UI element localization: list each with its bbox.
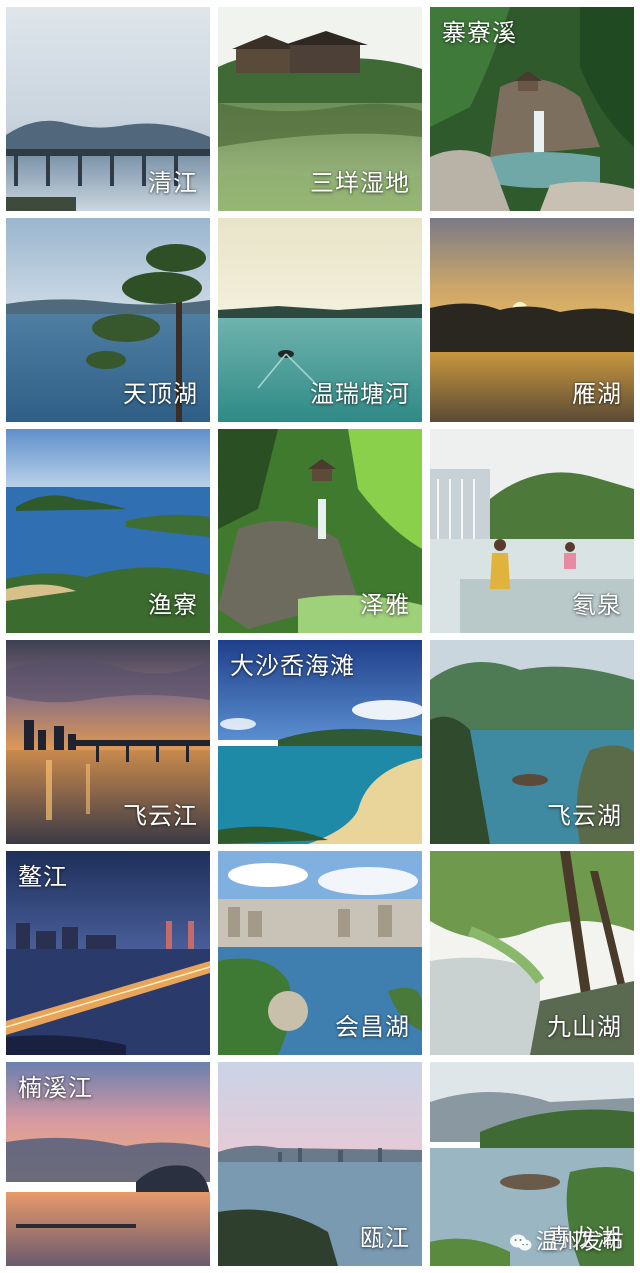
photo-tile-oujiang: 瓯江 [218, 1062, 422, 1266]
tile-label: 楠溪江 [18, 1074, 93, 1102]
photo-tile-wenrui-river: 温瑞塘河 [218, 218, 422, 422]
tile-label: 渔寮 [148, 591, 198, 619]
tile-label: 天顶湖 [123, 380, 198, 408]
scenic-photo-grid: 清江 三垟湿地 寨寮溪 天顶湖 温瑞塘河 雁湖 渔寮 泽雅 氡泉 飞云江 大沙岙… [6, 7, 634, 1267]
photo-tile-zeya: 泽雅 [218, 429, 422, 633]
photo-tile-nanxi-river: 楠溪江 [6, 1062, 210, 1266]
photo-tile-dashaao-beach: 大沙岙海滩 [218, 640, 422, 844]
tile-label: 会昌湖 [335, 1013, 410, 1041]
tile-label: 泽雅 [360, 591, 410, 619]
tile-label: 大沙岙海滩 [230, 652, 355, 680]
tile-label: 寨寮溪 [442, 19, 517, 47]
photo-tile-yanhu: 雁湖 [430, 218, 634, 422]
tile-label: 瓯江 [360, 1224, 410, 1252]
photo-tile-qingjiang: 清江 [6, 7, 210, 211]
watermark: 温州发布 [509, 1230, 624, 1255]
photo-tile-qinglong-lake: 青龙湖 温州发布 [430, 1062, 634, 1266]
photo-tile-zhailiaoxi: 寨寮溪 [430, 7, 634, 211]
photo-tile-jiushan-lake: 九山湖 [430, 851, 634, 1055]
photo-tile-feiyun-river: 飞云江 [6, 640, 210, 844]
tile-label: 氡泉 [572, 591, 622, 619]
photo-tile-tiandinghu: 天顶湖 [6, 218, 210, 422]
photo-tile-yuliao: 渔寮 [6, 429, 210, 633]
watermark-text: 温州发布 [535, 1230, 624, 1255]
photo-tile-huichang-lake: 会昌湖 [218, 851, 422, 1055]
tile-label: 温瑞塘河 [310, 380, 410, 408]
photo-tile-sanyang-wetland: 三垟湿地 [218, 7, 422, 211]
photo-tile-feiyun-lake: 飞云湖 [430, 640, 634, 844]
photo-tile-dongquan: 氡泉 [430, 429, 634, 633]
tile-label: 三垟湿地 [310, 169, 410, 197]
tile-label: 清江 [148, 169, 198, 197]
tile-label: 雁湖 [572, 380, 622, 408]
tile-label: 鳌江 [18, 863, 68, 891]
tile-label: 飞云江 [123, 802, 198, 830]
photo-tile-aojiang: 鳌江 [6, 851, 210, 1055]
wechat-icon [509, 1234, 532, 1251]
tile-label: 飞云湖 [547, 802, 622, 830]
tile-label: 九山湖 [547, 1013, 622, 1041]
